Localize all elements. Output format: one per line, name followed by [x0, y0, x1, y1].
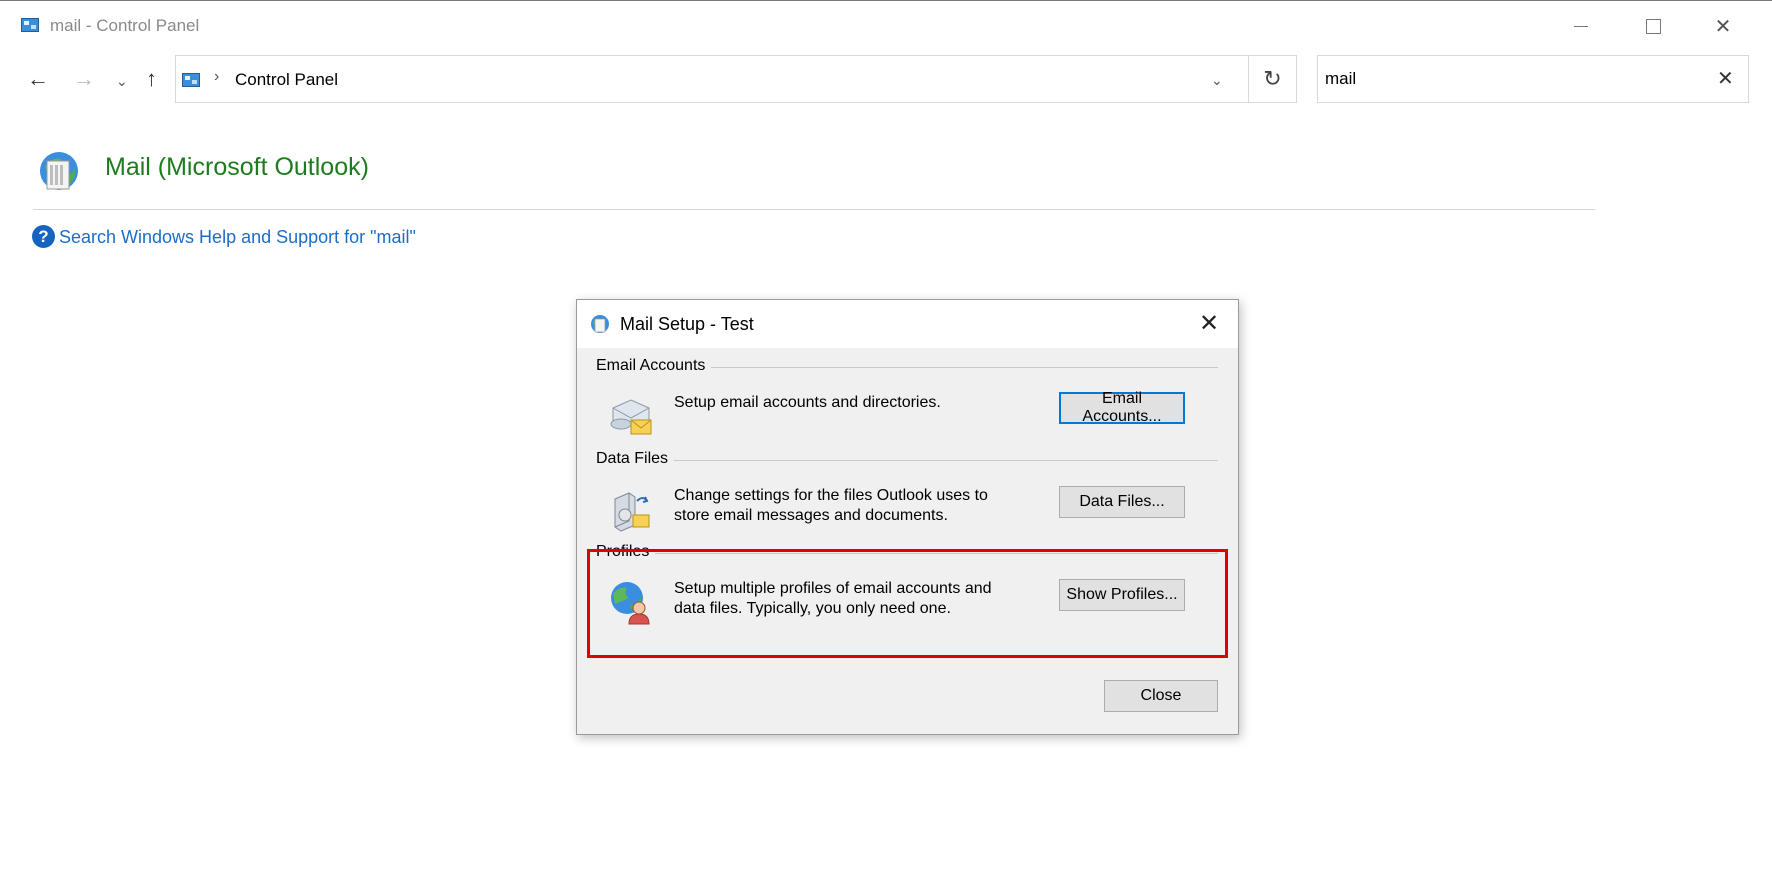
- clear-search-icon[interactable]: ✕: [1717, 66, 1734, 91]
- data-files-description-line2: store email messages and documents.: [674, 507, 948, 524]
- control-panel-icon: [182, 73, 200, 87]
- mail-outlook-icon: [591, 315, 609, 333]
- data-files-description-line1: Change settings for the files Outlook us…: [674, 487, 988, 504]
- mail-outlook-icon[interactable]: [37, 147, 81, 195]
- address-dropdown-chevron-icon[interactable]: ⌄: [1211, 72, 1223, 89]
- email-accounts-description: Setup email accounts and directories.: [674, 394, 941, 411]
- minimize-icon: [1574, 25, 1588, 27]
- section-divider: [33, 209, 1595, 210]
- breadcrumb-separator-icon[interactable]: ›: [214, 68, 219, 86]
- close-icon: ✕: [1714, 15, 1732, 38]
- forward-arrow-icon[interactable]: →: [73, 66, 95, 92]
- recent-locations-chevron-icon[interactable]: ⌄: [116, 73, 128, 90]
- email-accounts-group-label: Email Accounts: [596, 357, 712, 375]
- window-titlebar: mail - Control Panel ✕: [0, 1, 1772, 47]
- search-input[interactable]: [1325, 64, 1705, 94]
- search-help-link[interactable]: Search Windows Help and Support for "mai…: [59, 227, 416, 248]
- dialog-titlebar: Mail Setup - Test ✕: [577, 300, 1238, 348]
- help-icon: ?: [32, 225, 55, 248]
- data-files-group-label: Data Files: [596, 450, 675, 468]
- email-accounts-button[interactable]: Email Accounts...: [1059, 390, 1185, 425]
- dialog-title: Mail Setup - Test: [620, 314, 754, 334]
- window-close-button[interactable]: ✕: [1700, 9, 1746, 43]
- minimize-button[interactable]: [1558, 9, 1604, 43]
- close-button[interactable]: Close: [1104, 680, 1218, 712]
- up-arrow-icon[interactable]: ↑: [146, 66, 157, 92]
- data-files-button[interactable]: Data Files...: [1059, 486, 1185, 518]
- data-files-icon: [614, 492, 650, 532]
- maximize-button[interactable]: [1630, 9, 1676, 43]
- breadcrumb-control-panel[interactable]: Control Panel: [235, 70, 338, 90]
- refresh-button[interactable]: ↻: [1249, 55, 1297, 103]
- mail-outlook-link[interactable]: Mail (Microsoft Outlook): [105, 153, 369, 182]
- window-title: mail - Control Panel: [50, 16, 200, 35]
- maximize-icon: [1645, 18, 1661, 34]
- back-arrow-icon[interactable]: ←: [27, 66, 49, 92]
- control-panel-icon: [21, 18, 39, 32]
- dialog-close-icon[interactable]: ✕: [1191, 309, 1227, 339]
- email-accounts-icon: [610, 399, 652, 435]
- refresh-icon: ↻: [1263, 66, 1282, 91]
- mail-setup-dialog: Mail Setup - Test ✕ Email Accounts Setup…: [576, 299, 1239, 735]
- profiles-highlight-box: [587, 549, 1228, 658]
- group-divider: [597, 460, 1218, 461]
